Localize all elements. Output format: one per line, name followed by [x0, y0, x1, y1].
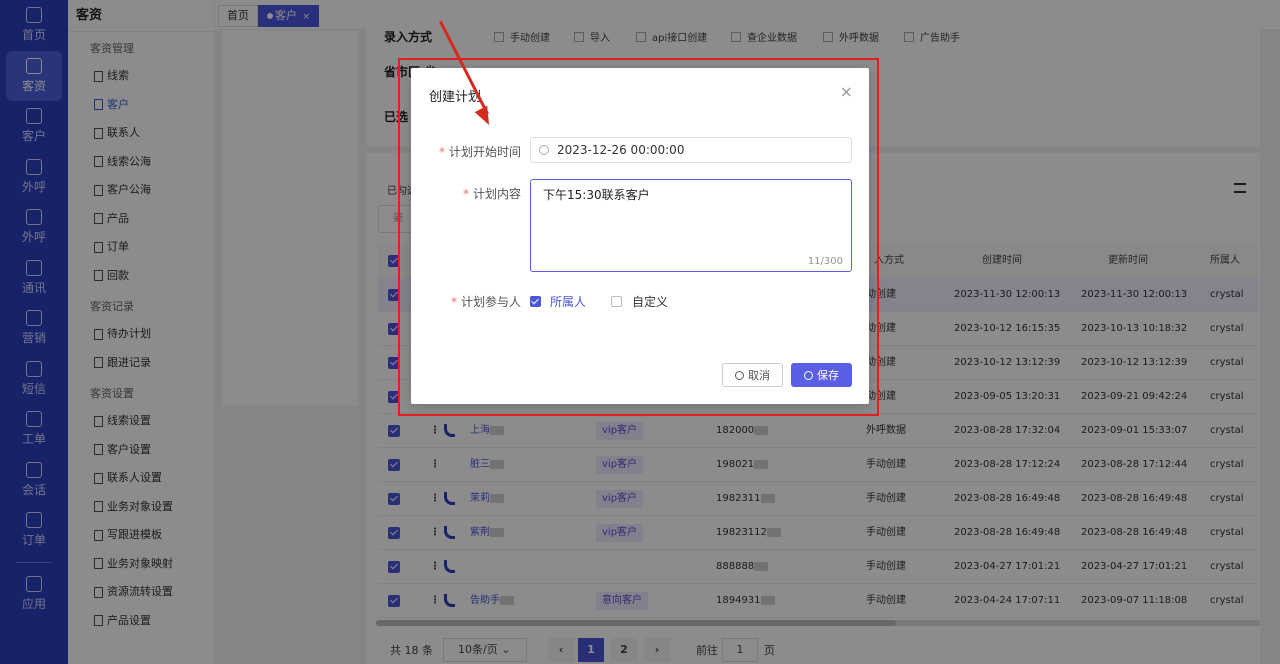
- highlight-box: [398, 58, 879, 416]
